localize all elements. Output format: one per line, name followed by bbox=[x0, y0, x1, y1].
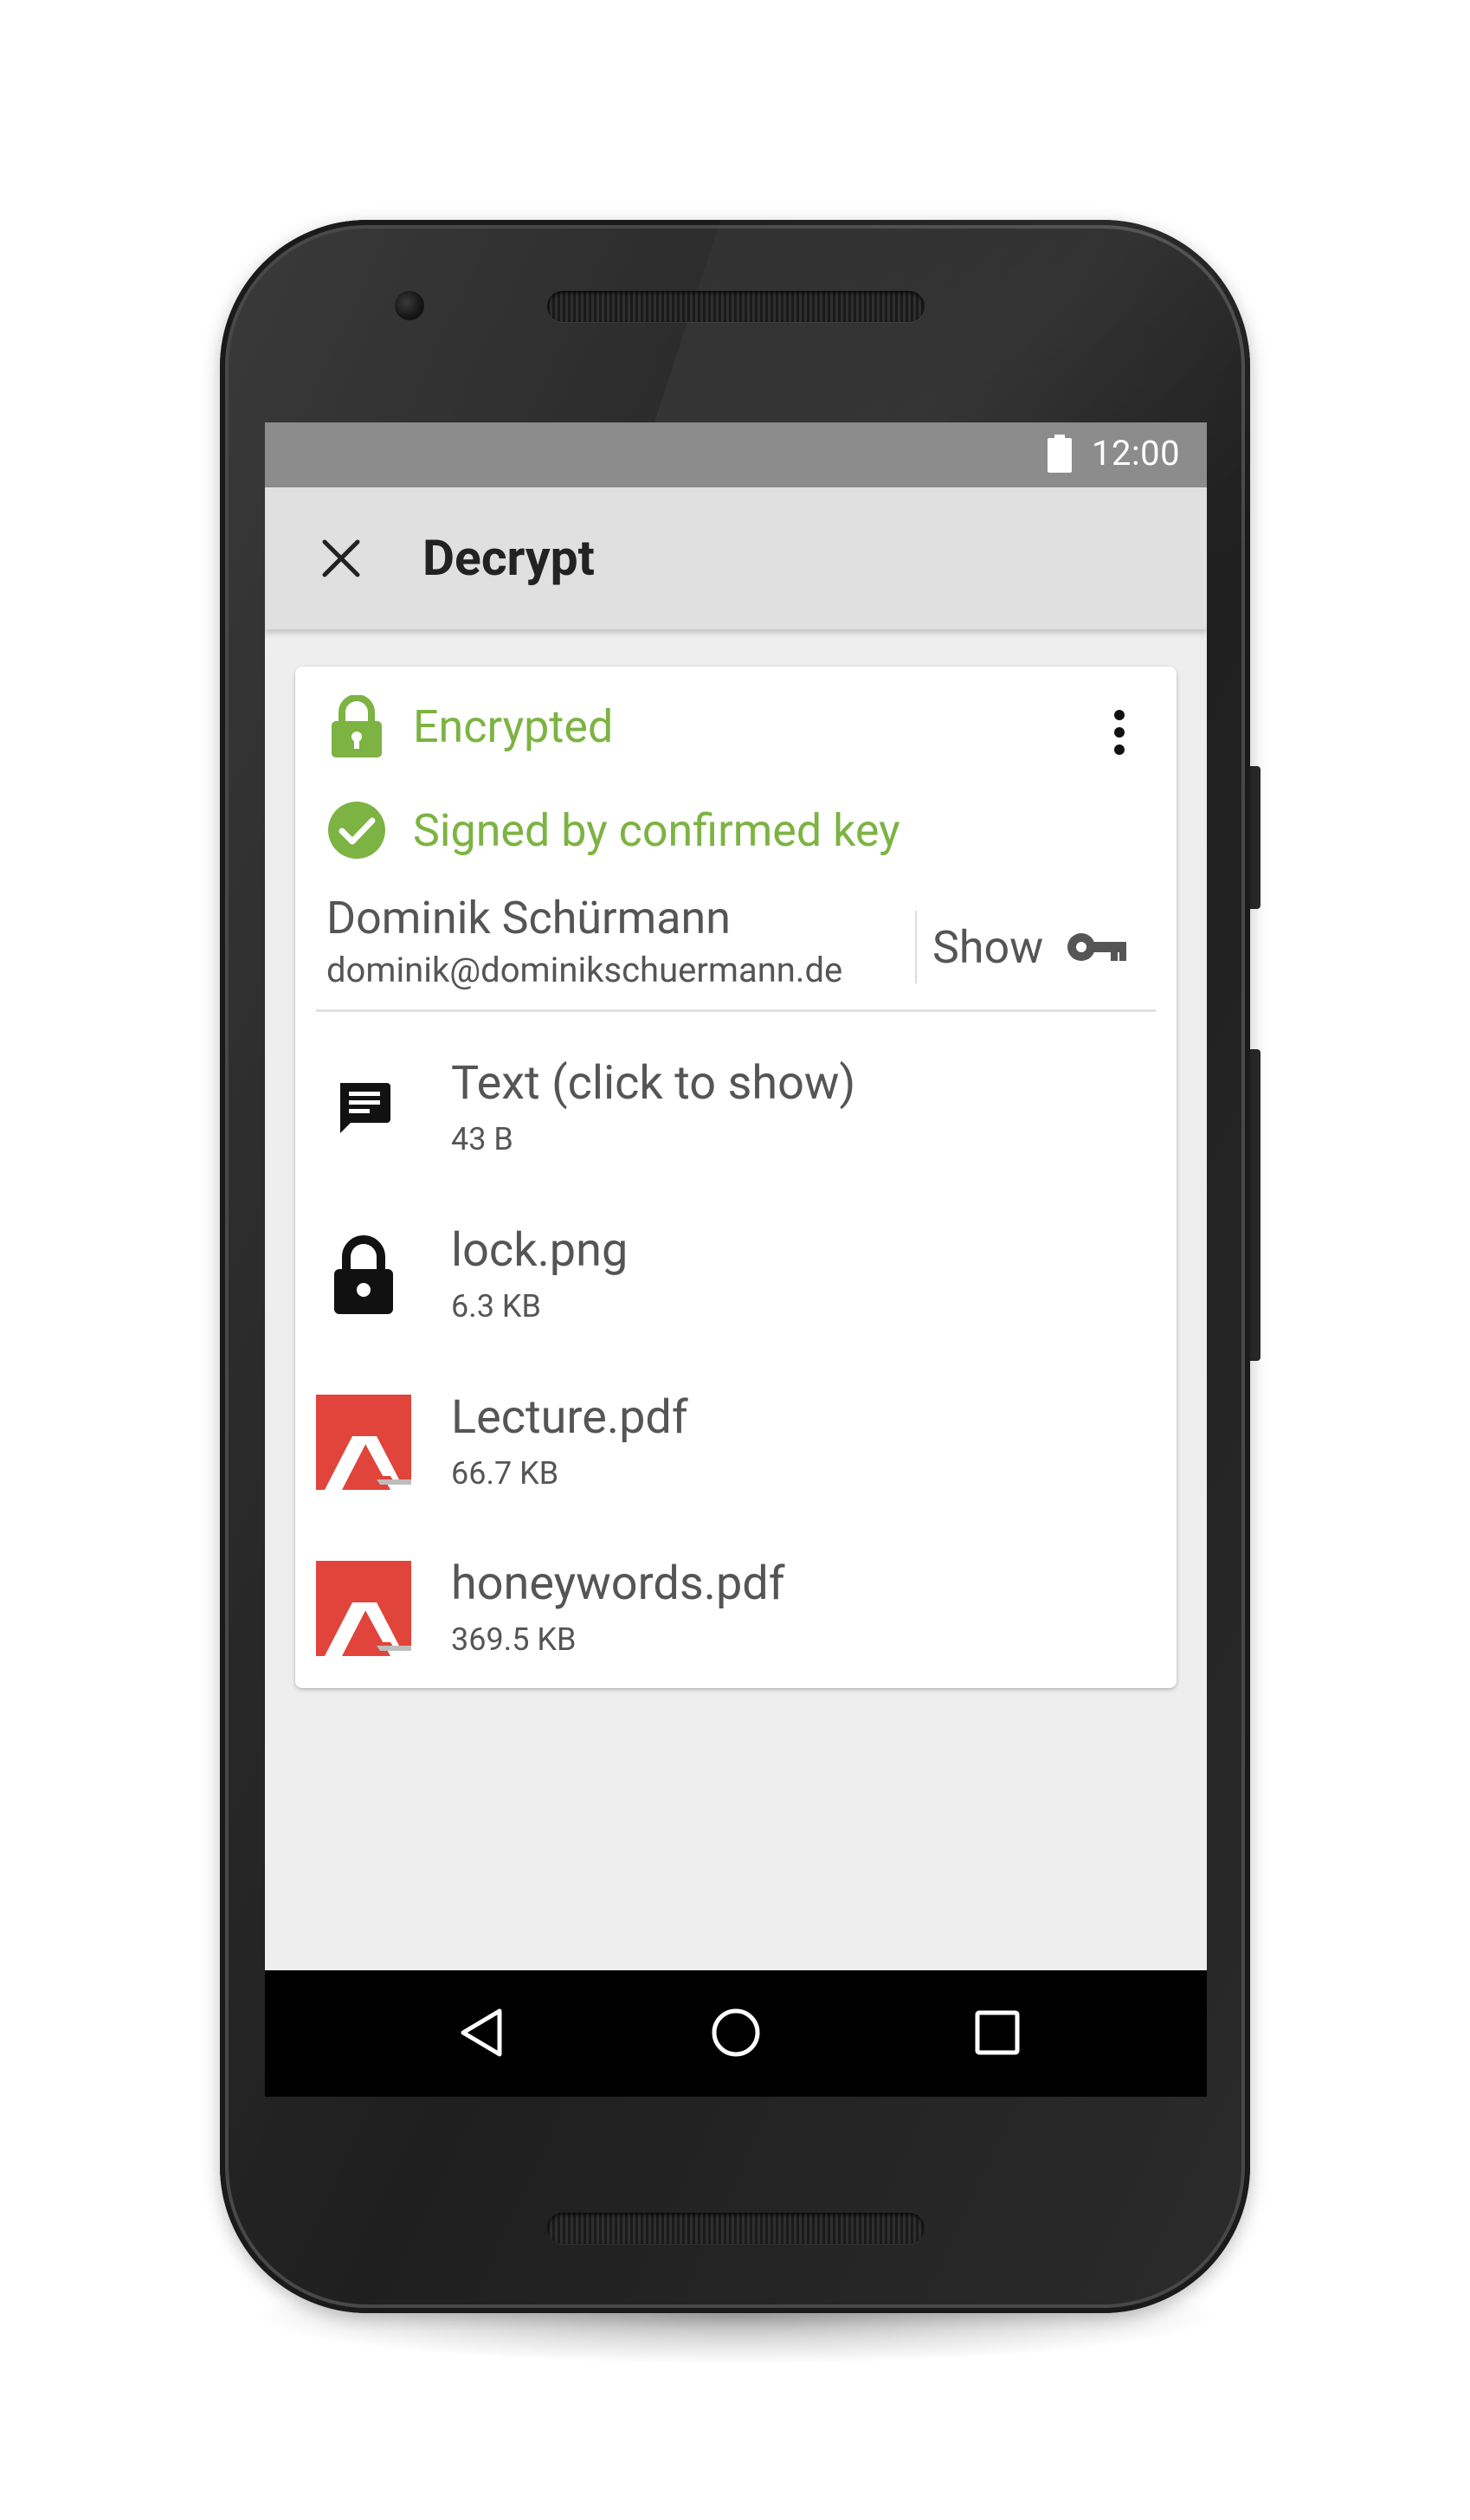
file-name: Lecture.pdf bbox=[451, 1390, 688, 1445]
file-size: 6.3 KB bbox=[451, 1288, 541, 1324]
decrypt-result-card: Encrypted Signed by confirmed key Domini… bbox=[295, 667, 1177, 1688]
recents-button[interactable] bbox=[966, 2001, 1028, 2064]
show-key-label: Show bbox=[932, 920, 1044, 974]
file-size: 43 B bbox=[451, 1121, 513, 1157]
file-item-text[interactable]: Text (click to show) 43 B bbox=[316, 1022, 1156, 1186]
navigation-bar bbox=[265, 1970, 1207, 2097]
toolbar: Decrypt bbox=[265, 487, 1207, 629]
home-icon bbox=[712, 2008, 760, 2057]
file-item-lock-png[interactable]: lock.png 6.3 KB bbox=[316, 1189, 1156, 1353]
horizontal-divider bbox=[316, 1009, 1156, 1012]
show-key-button[interactable]: Show bbox=[932, 911, 1149, 983]
file-name: lock.png bbox=[451, 1223, 629, 1278]
page-title: Decrypt bbox=[422, 529, 595, 587]
encryption-status-label: Encrypted bbox=[413, 699, 614, 753]
signature-status-label: Signed by confirmed key bbox=[413, 803, 900, 857]
status-bar: 12:00 bbox=[265, 422, 1207, 487]
bottom-speaker bbox=[547, 2213, 925, 2244]
vertical-divider bbox=[915, 911, 917, 983]
status-time: 12:00 bbox=[1092, 433, 1181, 474]
signature-status: Signed by confirmed key bbox=[326, 800, 900, 860]
screen: 12:00 Decrypt Encrypted Signed by confir… bbox=[265, 422, 1207, 2097]
battery-icon bbox=[1048, 435, 1072, 473]
signer-email: dominik@dominikschuermann.de bbox=[326, 950, 843, 990]
lock-icon bbox=[326, 695, 387, 757]
overflow-menu-button[interactable] bbox=[1093, 696, 1145, 769]
close-button[interactable] bbox=[310, 527, 372, 590]
file-name: honeywords.pdf bbox=[451, 1556, 785, 1611]
file-item-lecture-pdf[interactable]: Lecture.pdf 66.7 KB bbox=[316, 1356, 1156, 1520]
back-icon bbox=[461, 2008, 502, 2057]
recents-icon bbox=[975, 2010, 1020, 2055]
back-button[interactable] bbox=[450, 2001, 513, 2064]
encryption-status: Encrypted bbox=[326, 695, 614, 757]
file-size: 66.7 KB bbox=[451, 1455, 559, 1492]
close-icon bbox=[322, 539, 360, 577]
signer-info[interactable]: Dominik Schürmann dominik@dominikschuerm… bbox=[326, 892, 842, 990]
signer-name: Dominik Schürmann bbox=[326, 892, 731, 944]
lock-icon bbox=[316, 1228, 411, 1323]
pdf-icon bbox=[316, 1561, 411, 1656]
top-speaker bbox=[547, 291, 925, 322]
pdf-icon bbox=[316, 1395, 411, 1490]
check-circle-icon bbox=[326, 800, 387, 860]
home-button[interactable] bbox=[705, 2001, 767, 2064]
file-size: 369.5 KB bbox=[451, 1621, 577, 1658]
message-icon bbox=[316, 1060, 411, 1156]
more-vert-icon bbox=[1114, 710, 1125, 755]
file-name: Text (click to show) bbox=[451, 1056, 856, 1111]
file-item-honeywords-pdf[interactable]: honeywords.pdf 369.5 KB bbox=[316, 1522, 1156, 1686]
front-camera bbox=[395, 291, 424, 320]
key-icon bbox=[1067, 933, 1127, 961]
